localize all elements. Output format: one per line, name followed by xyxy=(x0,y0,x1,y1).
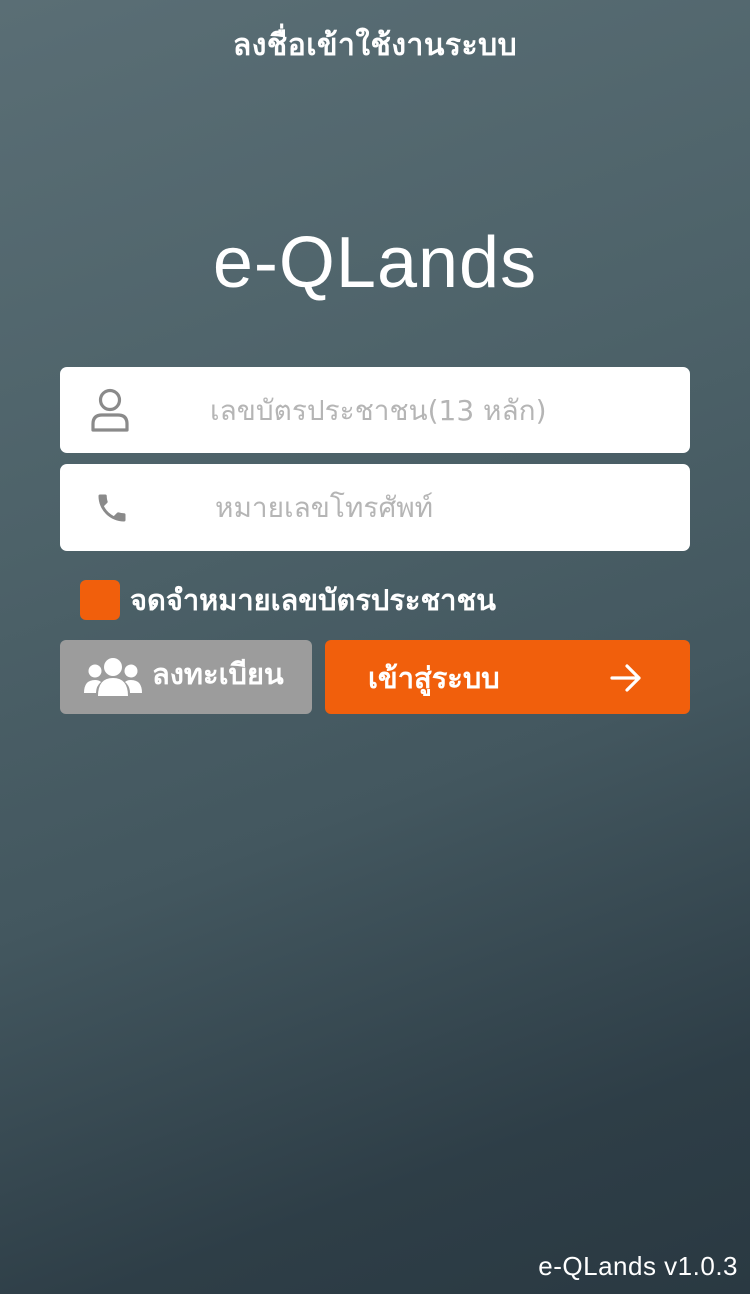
remember-checkbox[interactable] xyxy=(80,580,120,620)
id-card-input[interactable] xyxy=(210,367,670,453)
app-logo: e-QLands xyxy=(212,223,538,303)
page-title: ลงชื่อเข้าใช้งานระบบ xyxy=(232,28,518,63)
login-button[interactable]: เข้าสู่ระบบ xyxy=(325,640,690,714)
user-icon xyxy=(91,388,129,432)
remember-id-option[interactable]: จดจำหมายเลขบัตรประชาชน xyxy=(80,580,496,620)
login-screen: ลงชื่อเข้าใช้งานระบบ e-QLands จดจำหมายเล… xyxy=(0,0,750,1294)
phone-input[interactable] xyxy=(215,464,670,551)
arrow-right-icon xyxy=(610,664,641,692)
remember-label: จดจำหมายเลขบัตรประชาชน xyxy=(130,583,496,617)
app-version: e-QLands v1.0.3 xyxy=(538,1251,738,1281)
login-label: เข้าสู่ระบบ xyxy=(368,661,500,695)
phone-icon xyxy=(98,494,126,521)
phone-field[interactable] xyxy=(60,464,690,551)
id-card-field[interactable] xyxy=(60,367,690,453)
register-button[interactable]: ลงทะเบียน xyxy=(60,640,312,714)
users-icon xyxy=(84,658,142,696)
register-label: ลงทะเบียน xyxy=(152,657,284,691)
